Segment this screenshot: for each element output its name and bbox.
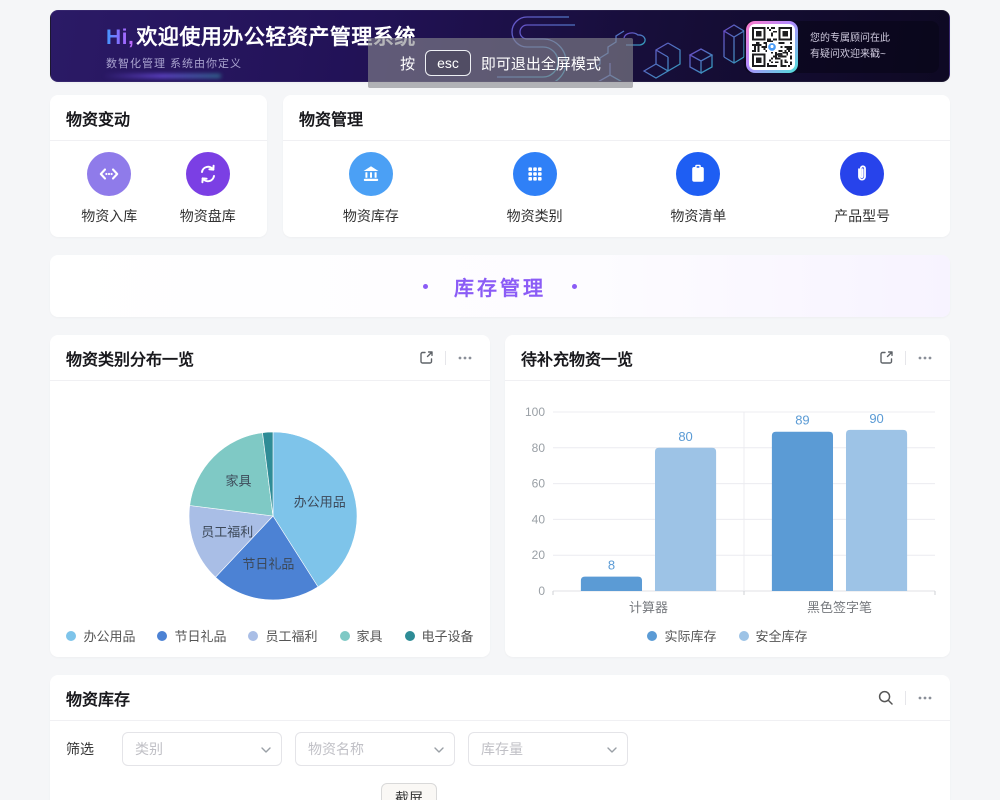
material-change-card: 物资变动 物资入库 bbox=[50, 95, 267, 237]
legend-label: 安全库存 bbox=[756, 626, 808, 645]
legend-dot bbox=[405, 631, 415, 641]
bank-icon bbox=[359, 162, 383, 186]
qr-caption: 您的专属顾问在此 有疑问欢迎来戳~ bbox=[810, 31, 890, 63]
legend-dot bbox=[647, 631, 657, 641]
grid-icon bbox=[524, 163, 546, 185]
material-change-title: 物资变动 bbox=[66, 106, 130, 130]
divider bbox=[905, 691, 906, 705]
pie-legend: 办公用品 节日礼品 员工福利 家具 电子设备 bbox=[50, 626, 490, 645]
bar-value-label: 90 bbox=[869, 411, 883, 426]
bar-card-title: 待补充物资一览 bbox=[521, 346, 633, 370]
chevron-down-icon bbox=[261, 747, 271, 753]
paperclip-icon bbox=[850, 162, 874, 186]
bar bbox=[846, 430, 907, 591]
y-tick-label: 60 bbox=[532, 477, 546, 491]
material-stock-card: 物资库存 筛选 类别 物资名称 bbox=[50, 675, 950, 800]
section-title: 库存管理 bbox=[454, 272, 546, 301]
clipboard-icon bbox=[686, 162, 710, 186]
section-dot-left bbox=[423, 284, 428, 289]
pie-slice-label: 节日礼品 bbox=[242, 557, 294, 572]
legend-dot bbox=[340, 631, 350, 641]
legend-label: 实际库存 bbox=[664, 626, 716, 645]
bar-value-label: 8 bbox=[608, 558, 615, 573]
material-manage-card: 物资管理 物资库存 bbox=[283, 95, 950, 237]
more-options-icon[interactable] bbox=[456, 349, 474, 367]
legend-item[interactable]: 安全库存 bbox=[739, 626, 808, 645]
more-options-icon[interactable] bbox=[916, 349, 934, 367]
legend-item[interactable]: 家具 bbox=[340, 626, 383, 645]
inventory-title: 物资库存 bbox=[66, 686, 130, 710]
shortcut-material-category[interactable]: 物资类别 bbox=[507, 152, 563, 226]
shortcut-material-list[interactable]: 物资清单 bbox=[670, 152, 726, 226]
more-options-icon[interactable] bbox=[916, 689, 934, 707]
expand-icon[interactable] bbox=[418, 349, 435, 366]
restock-needed-card: 待补充物资一览 0 20 40 60 80 100 8 80 计算器 89 90 黑色签字笔 实际库存… bbox=[505, 335, 950, 657]
y-tick-label: 80 bbox=[532, 441, 546, 455]
bar-legend: 实际库存 安全库存 bbox=[505, 626, 950, 645]
divider bbox=[445, 351, 446, 365]
material-name-select[interactable]: 物资名称 bbox=[295, 732, 455, 766]
screenshot-button[interactable]: 截屏 bbox=[381, 783, 437, 800]
y-tick-label: 100 bbox=[525, 405, 545, 419]
shortcut-product-model[interactable]: 产品型号 bbox=[834, 152, 890, 226]
y-tick-label: 40 bbox=[532, 512, 546, 526]
bar bbox=[655, 448, 716, 591]
filter-label: 筛选 bbox=[66, 739, 94, 759]
consultant-qr-panel: 您的专属顾问在此 有疑问欢迎来戳~ bbox=[744, 21, 939, 73]
shortcut-material-stock[interactable]: 物资库存 bbox=[343, 152, 399, 226]
legend-item[interactable]: 办公用品 bbox=[66, 626, 135, 645]
section-inventory-management: 库存管理 bbox=[50, 255, 950, 317]
divider bbox=[905, 351, 906, 365]
expand-icon[interactable] bbox=[878, 349, 895, 366]
legend-dot bbox=[248, 631, 258, 641]
legend-label: 办公用品 bbox=[83, 626, 135, 645]
chevron-down-icon bbox=[434, 747, 444, 753]
bar-chart: 0 20 40 60 80 100 8 80 计算器 89 90 黑色签字笔 bbox=[505, 381, 950, 631]
legend-dot bbox=[66, 631, 76, 641]
y-tick-label: 0 bbox=[538, 584, 545, 598]
arrows-horizontal-icon bbox=[97, 162, 121, 186]
search-icon[interactable] bbox=[877, 689, 895, 707]
bar-value-label: 80 bbox=[678, 429, 692, 444]
legend-dot bbox=[739, 631, 749, 641]
sync-icon bbox=[196, 162, 220, 186]
legend-label: 家具 bbox=[357, 626, 383, 645]
esc-key-badge: esc bbox=[425, 50, 471, 76]
stock-amount-select[interactable]: 库存量 bbox=[468, 732, 628, 766]
x-category-label: 计算器 bbox=[629, 600, 668, 615]
legend-label: 员工福利 bbox=[265, 626, 317, 645]
legend-label: 电子设备 bbox=[422, 626, 474, 645]
material-manage-title: 物资管理 bbox=[299, 106, 363, 130]
legend-dot bbox=[157, 631, 167, 641]
section-dot-right bbox=[572, 284, 577, 289]
category-select[interactable]: 类别 bbox=[122, 732, 282, 766]
qr-code bbox=[746, 21, 798, 73]
bar bbox=[772, 432, 833, 591]
y-tick-label: 20 bbox=[532, 548, 546, 562]
pie-slice-label: 员工福利 bbox=[201, 525, 253, 540]
chevron-down-icon bbox=[607, 747, 617, 753]
x-category-label: 黑色签字笔 bbox=[807, 600, 872, 615]
legend-item[interactable]: 电子设备 bbox=[405, 626, 474, 645]
pie-slice-label: 家具 bbox=[225, 474, 251, 489]
pie-slice-label: 办公用品 bbox=[294, 494, 346, 509]
banner-greeting: Hi, bbox=[106, 26, 134, 49]
fullscreen-exit-tooltip: 按 esc 即可退出全屏模式 bbox=[368, 38, 633, 88]
shortcut-material-stocktake[interactable]: 物资盘库 bbox=[180, 152, 236, 226]
legend-label: 节日礼品 bbox=[174, 626, 226, 645]
bar bbox=[581, 577, 642, 591]
category-distribution-card: 物资类别分布一览 办公用品节日礼品员工福利家具 办公用品节日礼品员工福利家具电子… bbox=[50, 335, 490, 657]
dashboard-page: Hi,欢迎使用办公轻资产管理系统 数智化管理 系统由你定义 您的专属顾问在此 有… bbox=[0, 0, 1000, 800]
bar-value-label: 89 bbox=[795, 413, 809, 428]
pie-card-title: 物资类别分布一览 bbox=[66, 346, 194, 370]
legend-item[interactable]: 员工福利 bbox=[248, 626, 317, 645]
legend-item[interactable]: 实际库存 bbox=[647, 626, 716, 645]
filter-row: 筛选 类别 物资名称 库存量 bbox=[66, 732, 641, 766]
pie-chart: 办公用品节日礼品 员工福利 家具 bbox=[50, 381, 490, 621]
shortcut-material-inbound[interactable]: 物资入库 bbox=[81, 152, 137, 226]
legend-item[interactable]: 节日礼品 bbox=[157, 626, 226, 645]
